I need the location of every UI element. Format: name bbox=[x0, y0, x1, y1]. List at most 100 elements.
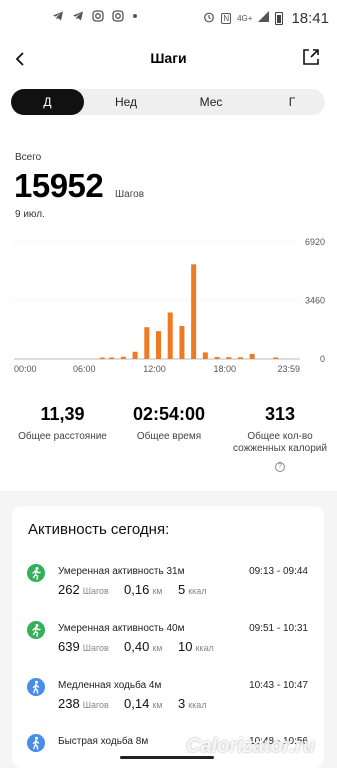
stat-time-label: Общее время bbox=[136, 431, 202, 442]
chart-bar[interactable] bbox=[237, 357, 243, 359]
home-indicator bbox=[120, 756, 214, 759]
activity-steps: 262 bbox=[58, 582, 80, 597]
activity-km-unit: км bbox=[152, 700, 163, 710]
stat-time: 02:54:00 Общее время bbox=[115, 404, 223, 443]
activity-kcal: 5 bbox=[178, 582, 186, 597]
activity-metrics: 238 Шагов 0,14 км 3 ккал bbox=[58, 696, 207, 711]
activity-steps: 639 bbox=[58, 639, 80, 654]
steps-bar-chart: 6920 3460 0 00:00 06:00 12:00 18:00 23:59 bbox=[14, 237, 325, 374]
activity-name: Быстрая ходьба 8м bbox=[58, 736, 149, 747]
chart-bar[interactable] bbox=[202, 352, 208, 359]
y-tick-label: 3460 bbox=[305, 296, 325, 306]
tab-month[interactable]: Мес bbox=[173, 89, 249, 115]
telegram-icon bbox=[72, 10, 84, 22]
help-icon[interactable]: ? bbox=[275, 462, 285, 472]
chart-bar[interactable] bbox=[144, 327, 150, 359]
chart-bar[interactable] bbox=[273, 357, 279, 360]
status-time: 18:41 bbox=[291, 9, 329, 27]
activity-name: Умеренная активность 31м bbox=[58, 566, 185, 577]
activity-steps: 238 bbox=[58, 696, 80, 711]
walking-person-icon bbox=[27, 734, 45, 752]
running-person-icon bbox=[27, 564, 45, 582]
activity-kcal: 3 bbox=[178, 696, 186, 711]
activity-time: 10:43 - 10:47 bbox=[249, 680, 308, 691]
chart-bar[interactable] bbox=[120, 356, 126, 359]
activity-metrics: 639 Шагов 0,40 км 10 ккал bbox=[58, 639, 214, 654]
walking-person-icon bbox=[27, 678, 45, 696]
alarm-icon bbox=[203, 11, 215, 26]
activity-time: 09:51 - 10:31 bbox=[249, 623, 308, 634]
chart-bar[interactable] bbox=[226, 357, 232, 359]
chart-bar[interactable] bbox=[214, 356, 220, 359]
tab-week[interactable]: Нед bbox=[89, 89, 163, 115]
share-button[interactable] bbox=[301, 47, 325, 71]
activity-steps-unit: Шагов bbox=[82, 586, 109, 596]
stat-calories-value: 313 bbox=[264, 404, 296, 424]
activity-km: 0,16 bbox=[124, 582, 150, 597]
activity-item[interactable]: Умеренная активность 40м 09:51 - 10:31 6… bbox=[12, 621, 324, 681]
period-tabs: Д Нед Мес Г bbox=[11, 89, 325, 115]
activity-km: 0,40 bbox=[124, 639, 150, 654]
stat-distance-value: 11,39 bbox=[40, 404, 85, 424]
signal-icon bbox=[258, 9, 270, 27]
activity-time: 09:13 - 09:44 bbox=[249, 566, 308, 577]
activity-kcal-unit: ккал bbox=[188, 700, 207, 710]
page-title: Шаги bbox=[150, 50, 187, 66]
telegram-icon bbox=[52, 10, 64, 22]
date-label: 9 июл. bbox=[15, 209, 45, 220]
activity-title: Активность сегодня: bbox=[28, 521, 170, 538]
nfc-icon: N bbox=[221, 12, 232, 24]
activity-km-unit: км bbox=[152, 586, 163, 596]
running-person-icon bbox=[27, 621, 45, 639]
x-tick-label: 18:00 bbox=[213, 364, 236, 374]
header: Шаги bbox=[0, 40, 337, 80]
total-steps-unit: Шагов bbox=[115, 189, 145, 200]
tab-year[interactable]: Г bbox=[259, 89, 325, 115]
status-bar: N 4G+ 18:41 bbox=[0, 0, 337, 36]
stat-calories-label: Общее кол-во сожженных калорий bbox=[233, 431, 327, 454]
stat-distance: 11,39 Общее расстояние bbox=[10, 404, 115, 443]
activity-steps-unit: Шагов bbox=[82, 643, 109, 653]
total-label: Всего bbox=[15, 152, 42, 163]
total-steps-value: 15952 bbox=[14, 167, 104, 204]
x-tick-label: 06:00 bbox=[73, 364, 96, 374]
watermark: Calorizator.ru bbox=[186, 735, 315, 757]
chart-bar[interactable] bbox=[191, 264, 197, 359]
battery-icon bbox=[275, 11, 284, 25]
activity-kcal-unit: ккал bbox=[188, 586, 207, 596]
chart-bar[interactable] bbox=[109, 357, 115, 359]
activity-kcal-unit: ккал bbox=[195, 643, 214, 653]
activity-name: Медленная ходьба 4м bbox=[58, 680, 162, 691]
instagram-icon bbox=[112, 10, 124, 22]
activity-km-unit: км bbox=[152, 643, 163, 653]
activity-item[interactable]: Умеренная активность 31м 09:13 - 09:44 2… bbox=[12, 564, 324, 624]
chart-bar[interactable] bbox=[132, 351, 138, 359]
chart-bar[interactable] bbox=[249, 353, 255, 359]
share-icon bbox=[303, 49, 319, 65]
activity-item[interactable]: Медленная ходьба 4м 10:43 - 10:47 238 Шаг… bbox=[12, 678, 324, 738]
chart-bar[interactable] bbox=[99, 357, 105, 360]
activity-km: 0,14 bbox=[124, 696, 150, 711]
activity-kcal: 10 bbox=[178, 639, 193, 654]
activity-name: Умеренная активность 40м bbox=[58, 623, 185, 634]
dot-icon bbox=[132, 13, 138, 19]
system-icons: N 4G+ 18:41 bbox=[203, 9, 329, 27]
chart-bar[interactable] bbox=[167, 312, 173, 359]
chart-bar[interactable] bbox=[156, 331, 161, 359]
network-type-label: 4G+ bbox=[237, 13, 253, 23]
tab-day[interactable]: Д bbox=[11, 89, 84, 115]
x-tick-label: 00:00 bbox=[14, 364, 37, 374]
y-tick-label: 6920 bbox=[305, 237, 325, 247]
activity-card: Активность сегодня: Умеренная активность… bbox=[12, 506, 324, 768]
chart-bar[interactable] bbox=[179, 326, 185, 359]
activity-steps-unit: Шагов bbox=[82, 700, 109, 710]
notification-icons bbox=[52, 10, 138, 22]
x-tick-label: 23:59 bbox=[277, 364, 300, 374]
stat-time-value: 02:54:00 bbox=[132, 404, 206, 424]
instagram-icon bbox=[92, 10, 104, 22]
stat-calories[interactable]: 313 Общее кол-во сожженных калорий ? bbox=[228, 404, 332, 473]
stat-distance-label: Общее расстояние bbox=[18, 431, 107, 442]
y-tick-label: 0 bbox=[320, 354, 325, 364]
x-tick-label: 12:00 bbox=[143, 364, 166, 374]
activity-metrics: 262 Шагов 0,16 км 5 ккал bbox=[58, 582, 207, 597]
